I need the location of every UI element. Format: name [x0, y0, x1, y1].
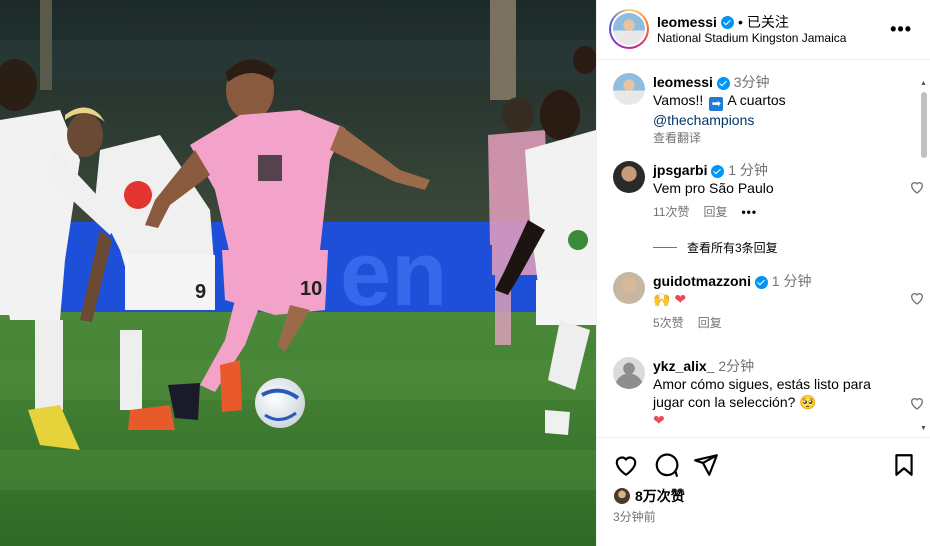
like-heart-icon[interactable] — [613, 452, 639, 478]
post-header: leomessi • 已关注 National Stadium Kingston… — [597, 0, 930, 60]
save-bookmark-icon[interactable] — [891, 452, 917, 478]
post-actions-bar: 8万次赞 3分钟前 — [597, 437, 930, 546]
caption-mention-link[interactable]: @thechampions — [653, 112, 754, 128]
more-horizontal-icon[interactable]: ••• — [890, 19, 912, 40]
scrollbar-thumb[interactable] — [921, 92, 927, 158]
caption-avatar[interactable] — [613, 73, 645, 105]
comment-text-heart: ❤ — [653, 412, 665, 428]
scroll-down-arrow-icon[interactable]: ▼ — [920, 425, 927, 432]
caption-username[interactable]: leomessi — [653, 74, 713, 90]
ad-board-text: en — [340, 223, 447, 325]
comment-item: ykz_alix_ 2分钟 Amor cómo sigues, estás li… — [613, 357, 924, 429]
comment-options-icon[interactable]: ••• — [741, 203, 757, 221]
opponent-shorts-number: 9 — [195, 281, 206, 303]
replies-divider-line — [653, 247, 677, 248]
post-photo[interactable]: en 9 10 — [0, 0, 596, 546]
default-avatar-icon[interactable] — [613, 357, 645, 389]
comment-username[interactable]: guidotmazzoni — [653, 273, 751, 289]
comment-text: Vem pro São Paulo — [653, 180, 774, 196]
comment-bubble-icon[interactable] — [653, 452, 679, 478]
separator-dot: • — [737, 14, 743, 30]
verified-badge-icon — [754, 275, 768, 289]
follow-status-button[interactable]: 已关注 — [747, 12, 789, 32]
view-replies-label[interactable]: 查看所有3条回复 — [687, 239, 778, 256]
reply-button[interactable]: 回复 — [698, 314, 722, 332]
match-photo-illustration: en 9 10 — [0, 0, 596, 546]
comment-avatar[interactable] — [613, 161, 645, 193]
comment-likes-count[interactable]: 5次赞 — [653, 314, 684, 332]
comment-item: jpsgarbi 1 分钟 Vem pro São Paulo 11次赞 回复 … — [613, 161, 924, 221]
share-send-icon[interactable] — [693, 452, 719, 478]
likes-summary[interactable]: 8万次赞 — [613, 486, 685, 506]
reply-button[interactable]: 回复 — [703, 203, 727, 221]
main-player-shorts-number: 10 — [300, 278, 322, 300]
likes-count[interactable]: 8万次赞 — [635, 486, 685, 506]
comment-text: 🙌 ❤ — [653, 291, 687, 307]
caption-text-2: A cuartos — [727, 92, 786, 108]
comment-likes-count[interactable]: 11次赞 — [653, 203, 689, 221]
author-username[interactable]: leomessi — [657, 14, 717, 30]
comment-item: guidotmazzoni 1 分钟 🙌 ❤ 5次赞 回复 — [613, 272, 924, 332]
verified-badge-icon — [716, 76, 730, 90]
author-line: leomessi • 已关注 — [657, 12, 789, 32]
see-translation-link[interactable]: 查看翻译 — [653, 129, 903, 147]
caption-text-1: Vamos!! — [653, 92, 704, 108]
comment-username[interactable]: ykz_alix_ — [653, 358, 715, 374]
comments-list[interactable]: leomessi 3分钟 Vamos!! ➡ A cuartos @thechamp… — [597, 61, 930, 437]
comment-time: 1 分钟 — [771, 273, 812, 289]
verified-badge-icon — [711, 164, 725, 178]
comment-time: 1 分钟 — [728, 162, 768, 178]
post-timestamp: 3分钟前 — [613, 510, 656, 524]
caption-item: leomessi 3分钟 Vamos!! ➡ A cuartos @thechamp… — [613, 73, 903, 147]
view-replies-button[interactable]: 查看所有3条回复 — [653, 239, 778, 256]
comment-text: Amor cómo sigues, estás listo para jugar… — [653, 376, 871, 410]
comment-time: 2分钟 — [718, 358, 755, 374]
comment-username[interactable]: jpsgarbi — [653, 162, 707, 178]
post-location[interactable]: National Stadium Kingston Jamaica — [657, 31, 846, 45]
scroll-up-arrow-icon[interactable]: ▲ — [920, 80, 927, 87]
liker-avatar — [613, 487, 631, 505]
comment-avatar[interactable] — [613, 272, 645, 304]
caption-time: 3分钟 — [733, 74, 770, 90]
right-arrow-emoji-icon: ➡ — [709, 97, 724, 111]
post-detail-panel: leomessi • 已关注 National Stadium Kingston… — [596, 0, 930, 546]
comments-scrollbar[interactable]: ▲ ▼ — [920, 80, 928, 432]
author-avatar[interactable] — [609, 9, 649, 49]
verified-badge-icon — [720, 15, 734, 29]
